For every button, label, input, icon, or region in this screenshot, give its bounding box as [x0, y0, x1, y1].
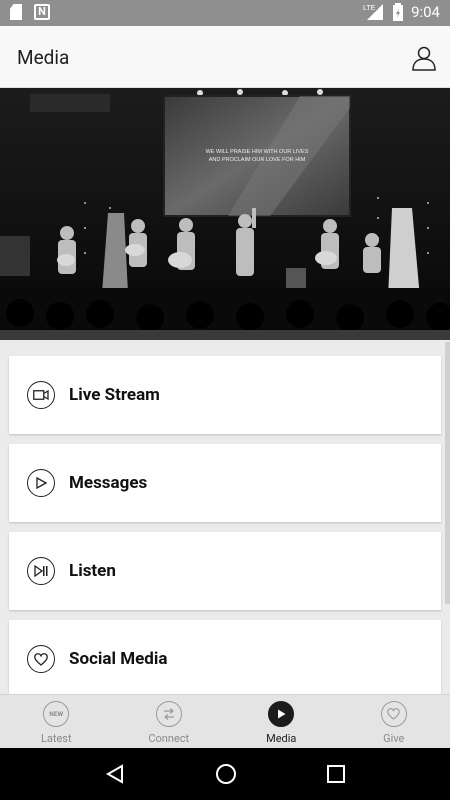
- scrollbar[interactable]: [445, 342, 450, 604]
- home-icon[interactable]: [215, 763, 237, 785]
- screen-text-line1: WE WILL PRAISE HIM WITH OUR LIVES: [206, 149, 309, 155]
- bottom-tab-bar: NEW Latest Connect Media Give: [0, 694, 450, 748]
- tab-connect[interactable]: Connect: [113, 695, 226, 748]
- app-bar: Media: [0, 26, 450, 88]
- social-media-label: Social Media: [69, 649, 168, 669]
- worship-stage-photo: WE WILL PRAISE HIM WITH OUR LIVES AND PR…: [0, 88, 450, 340]
- status-bar: N LTE 9:04: [0, 0, 450, 26]
- battery-icon: [393, 3, 404, 21]
- back-icon[interactable]: [104, 763, 126, 785]
- new-badge-text: NEW: [49, 710, 64, 718]
- sd-card-icon: [10, 4, 22, 20]
- video-camera-icon: [27, 381, 55, 409]
- tab-give-label: Give: [383, 732, 405, 745]
- tab-give[interactable]: Give: [338, 695, 450, 748]
- system-nav-bar: [0, 748, 450, 800]
- tab-connect-label: Connect: [148, 732, 190, 745]
- play-icon: [27, 469, 55, 497]
- recents-icon[interactable]: [326, 764, 346, 784]
- media-list: Live Stream Messages Listen Social Media: [0, 340, 450, 694]
- hero-image: WE WILL PRAISE HIM WITH OUR LIVES AND PR…: [0, 88, 450, 340]
- tab-latest[interactable]: NEW Latest: [0, 695, 113, 748]
- listen-item[interactable]: Listen: [9, 532, 441, 610]
- screen-text-line2: AND PROCLAIM OUR LOVE FOR HIM: [209, 157, 306, 163]
- social-media-item[interactable]: Social Media: [9, 620, 441, 694]
- messages-label: Messages: [69, 473, 148, 493]
- heart-icon: [27, 645, 55, 673]
- svg-text:LTE: LTE: [363, 5, 376, 12]
- live-stream-label: Live Stream: [69, 385, 160, 405]
- tab-media[interactable]: Media: [225, 695, 338, 748]
- play-pause-icon: [27, 557, 55, 585]
- lte-signal-icon: LTE: [363, 4, 384, 20]
- page-title: Media: [17, 46, 70, 69]
- play-icon: [268, 701, 295, 727]
- status-time: 9:04: [411, 3, 440, 21]
- heart-icon: [380, 701, 407, 727]
- exchange-arrows-icon: [155, 701, 182, 727]
- new-badge-icon: NEW: [43, 701, 70, 727]
- profile-icon[interactable]: [410, 44, 438, 72]
- listen-label: Listen: [69, 561, 116, 581]
- notification-n-icon: N: [34, 4, 50, 20]
- tab-media-label: Media: [266, 732, 297, 745]
- tab-latest-label: Latest: [40, 732, 72, 745]
- messages-item[interactable]: Messages: [9, 444, 441, 522]
- live-stream-item[interactable]: Live Stream: [9, 356, 441, 434]
